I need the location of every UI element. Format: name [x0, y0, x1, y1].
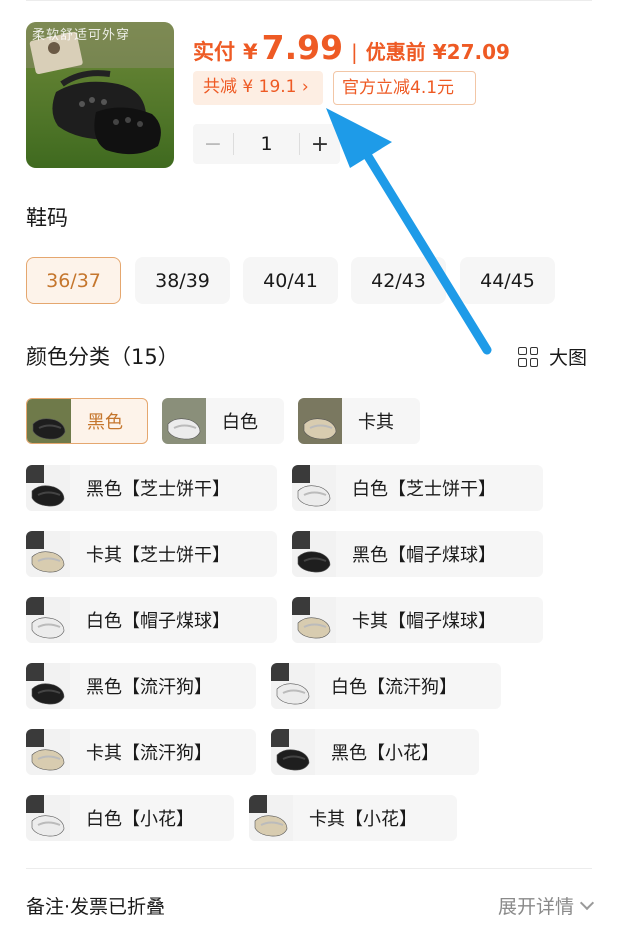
big-view-label: 大图: [549, 347, 588, 369]
color-swatch-thumbnail: [26, 597, 70, 643]
color-swatch-thumbnail: [298, 398, 342, 444]
top-divider: [26, 0, 592, 1]
color-swatch-thumbnail: [26, 795, 70, 841]
color-section-title: 颜色分类（15）: [26, 345, 179, 369]
color-option[interactable]: 黑色【流汗狗】: [26, 663, 256, 709]
color-swatch-thumbnail: [26, 663, 70, 709]
color-swatch-thumbnail: [271, 663, 315, 709]
color-option-label: 白色【帽子煤球】: [86, 611, 230, 632]
color-option-label: 白色【流汗狗】: [331, 677, 457, 698]
color-option-label: 卡其: [358, 412, 394, 433]
official-discount-tag: 官方立减4.1元: [333, 71, 476, 105]
color-option-label: 卡其【小花】: [309, 809, 417, 830]
size-option[interactable]: 42/43: [351, 257, 446, 304]
product-image[interactable]: 柔软舒适可外穿: [26, 22, 174, 168]
quantity-stepper: − 1 +: [193, 124, 340, 164]
color-option[interactable]: 卡其【帽子煤球】: [292, 597, 543, 643]
color-option-label: 白色【小花】: [86, 809, 194, 830]
color-swatch-thumbnail: [292, 465, 336, 511]
color-option[interactable]: 白色【帽子煤球】: [26, 597, 277, 643]
final-price-value: 7.99: [261, 28, 344, 67]
expand-details-label: 展开详情: [497, 896, 574, 918]
bottom-divider: [26, 868, 592, 869]
color-option[interactable]: 卡其【小花】: [249, 795, 457, 841]
color-option-label: 黑色【帽子煤球】: [352, 545, 496, 566]
price-separator: |: [351, 40, 358, 64]
size-option[interactable]: 36/37: [26, 257, 121, 304]
color-swatch-thumbnail: [162, 398, 206, 444]
color-option[interactable]: 白色【流汗狗】: [271, 663, 501, 709]
color-option[interactable]: 卡其【流汗狗】: [26, 729, 256, 775]
color-option-label: 卡其【流汗狗】: [86, 743, 212, 764]
color-swatch-thumbnail: [27, 399, 71, 443]
color-option-label: 黑色【小花】: [331, 743, 439, 764]
size-section-title: 鞋码: [26, 206, 68, 230]
color-option[interactable]: 黑色【小花】: [271, 729, 479, 775]
color-option-label: 黑色【流汗狗】: [86, 677, 212, 698]
color-option[interactable]: 白色【芝士饼干】: [292, 465, 543, 511]
color-option[interactable]: 白色: [162, 398, 284, 444]
big-view-toggle[interactable]: 大图: [518, 343, 587, 370]
currency-symbol: ¥: [243, 40, 258, 64]
size-option[interactable]: 44/45: [460, 257, 555, 304]
original-price: 优惠前 ¥27.09: [365, 40, 510, 64]
color-swatch-thumbnail: [26, 729, 70, 775]
color-option-label: 黑色: [87, 412, 123, 433]
color-option-label: 卡其【帽子煤球】: [352, 611, 496, 632]
decrease-quantity-button[interactable]: −: [193, 132, 233, 157]
color-option[interactable]: 卡其: [298, 398, 420, 444]
product-photo: [26, 22, 174, 168]
color-swatch-thumbnail: [26, 465, 70, 511]
color-swatch-thumbnail: [249, 795, 293, 841]
color-option[interactable]: 黑色【芝士饼干】: [26, 465, 277, 511]
color-option-label: 白色【芝士饼干】: [352, 479, 496, 500]
size-option[interactable]: 38/39: [135, 257, 230, 304]
expand-details-button[interactable]: 展开详情: [497, 892, 595, 919]
color-option[interactable]: 白色【小花】: [26, 795, 234, 841]
color-option-label: 卡其【芝士饼干】: [86, 545, 230, 566]
price-row: 实付 ¥ 7.99 | 优惠前 ¥27.09: [193, 28, 510, 68]
remarks-invoice-collapsed: 备注·发票已折叠: [26, 896, 166, 918]
color-swatch-thumbnail: [292, 597, 336, 643]
final-price-label: 实付: [193, 40, 235, 64]
color-option[interactable]: 黑色【帽子煤球】: [292, 531, 543, 577]
color-option-label: 黑色【芝士饼干】: [86, 479, 230, 500]
color-option[interactable]: 卡其【芝士饼干】: [26, 531, 277, 577]
image-watermark-caption: 柔软舒适可外穿: [32, 28, 131, 43]
color-swatch-thumbnail: [271, 729, 315, 775]
chevron-down-icon: [579, 895, 595, 911]
color-option[interactable]: 黑色: [26, 398, 148, 444]
increase-quantity-button[interactable]: +: [300, 132, 340, 157]
quantity-value[interactable]: 1: [234, 133, 299, 155]
color-option-label: 白色: [222, 412, 258, 433]
grid-icon: [518, 346, 538, 367]
size-option[interactable]: 40/41: [243, 257, 338, 304]
total-discount-tag[interactable]: 共减 ¥ 19.1 ›: [193, 71, 323, 105]
color-swatch-thumbnail: [292, 531, 336, 577]
color-swatch-thumbnail: [26, 531, 70, 577]
